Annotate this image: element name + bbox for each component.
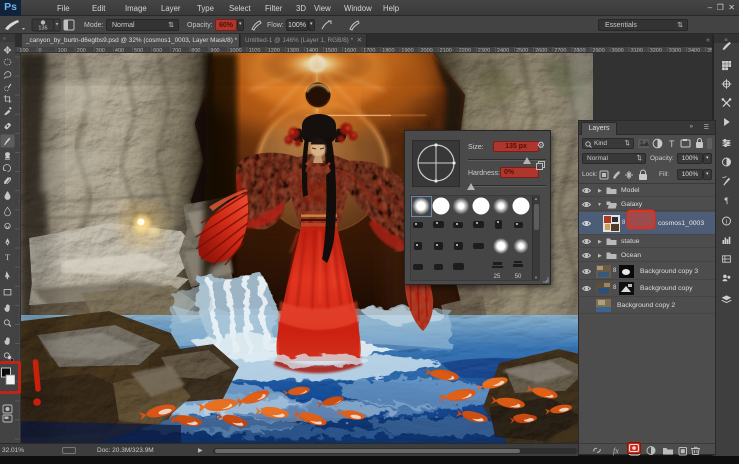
svg-text:fx: fx xyxy=(613,447,619,456)
svg-text:¶: ¶ xyxy=(725,195,729,205)
svg-text:T: T xyxy=(5,253,10,262)
svg-text:50: 50 xyxy=(515,274,522,280)
svg-text:135: 135 xyxy=(38,26,47,32)
svg-text:T: T xyxy=(669,139,675,149)
svg-text:i: i xyxy=(726,218,727,225)
svg-text:25: 25 xyxy=(494,274,501,280)
svg-text:»: » xyxy=(3,36,6,42)
svg-text:«: « xyxy=(724,37,728,44)
